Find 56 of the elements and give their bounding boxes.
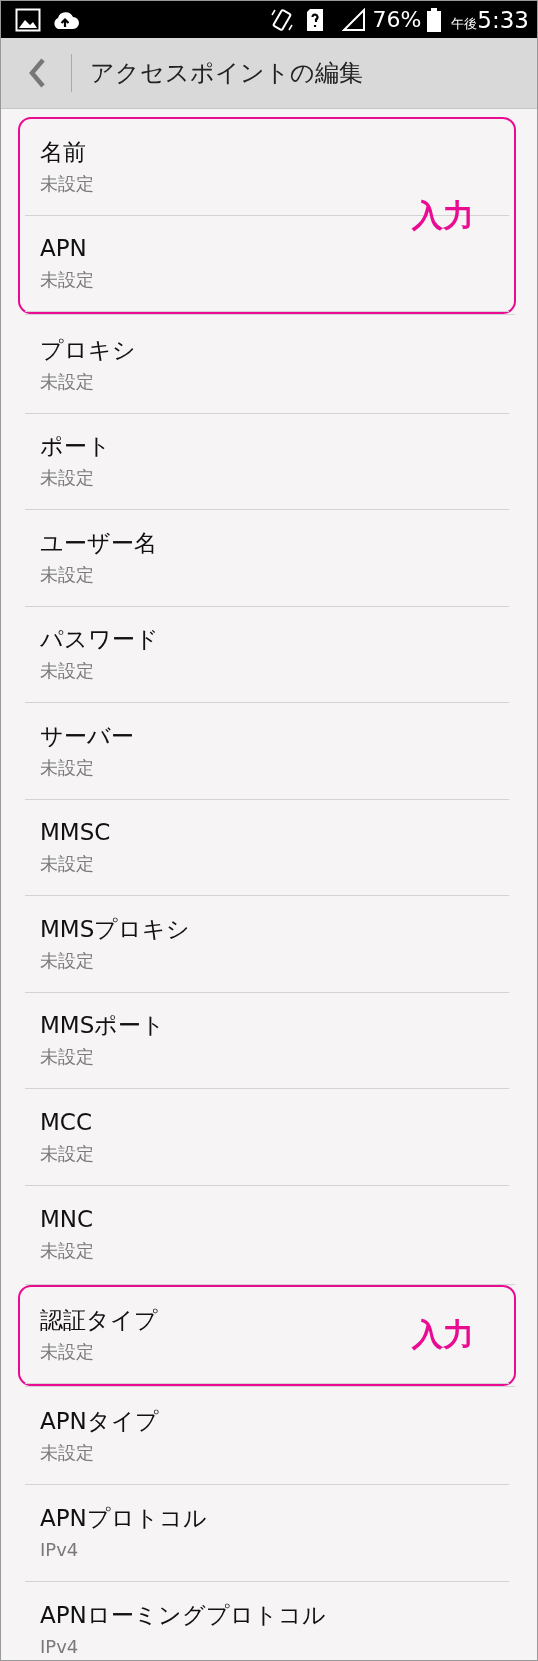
setting-value: 未設定 — [40, 1238, 94, 1263]
setting-title: ユーザー名 — [40, 528, 157, 558]
setting-title: MMSC — [40, 818, 111, 848]
clock-time: 5:33 — [477, 6, 529, 33]
setting-title: MCC — [40, 1107, 92, 1137]
time-period: 午後 — [451, 14, 478, 33]
setting-title: APNタイプ — [40, 1407, 159, 1437]
setting-row[interactable]: MMSC 未設定 — [25, 799, 509, 896]
setting-title: 名前 — [40, 137, 86, 167]
setting-value: IPv4 — [40, 1634, 79, 1659]
page-title: アクセスポイントの編集 — [90, 58, 363, 89]
setting-value: 未設定 — [40, 1045, 94, 1070]
signal-icon — [342, 7, 367, 32]
setting-value: 未設定 — [40, 1441, 94, 1466]
setting-row[interactable]: ポート 未設定 — [25, 413, 509, 510]
setting-row[interactable]: APNタイプ 未設定 — [25, 1388, 509, 1485]
battery-icon — [427, 7, 442, 32]
setting-title: サーバー — [40, 721, 134, 751]
setting-title: ポート — [40, 432, 111, 462]
setting-value: 未設定 — [40, 1339, 94, 1364]
battery-percent: 76% — [372, 7, 422, 32]
setting-row[interactable]: プロキシ 未設定 — [25, 317, 509, 414]
setting-value: 未設定 — [40, 171, 94, 196]
setting-value: 未設定 — [40, 1141, 94, 1166]
setting-row[interactable]: MCC 未設定 — [25, 1089, 509, 1186]
setting-value: 未設定 — [40, 466, 94, 491]
cloud-upload-icon — [51, 9, 79, 30]
setting-row[interactable]: ユーザー名 未設定 — [25, 510, 509, 607]
vibrate-icon — [270, 6, 295, 33]
setting-value: 未設定 — [40, 659, 94, 684]
setting-value: 未設定 — [40, 948, 94, 973]
setting-row[interactable]: サーバー 未設定 — [25, 703, 509, 800]
setting-title: プロキシ — [40, 335, 136, 365]
setting-row[interactable]: MMSポート 未設定 — [25, 992, 509, 1089]
setting-title: APNプロトコル — [40, 1503, 207, 1533]
setting-title: APNローミングプロトコル — [40, 1600, 326, 1630]
setting-value: 未設定 — [40, 562, 94, 587]
setting-row[interactable]: APNプロトコル IPv4 — [25, 1485, 509, 1582]
setting-title: MNC — [40, 1204, 94, 1234]
setting-value: IPv4 — [40, 1537, 79, 1562]
setting-title: 認証タイプ — [40, 1305, 158, 1335]
setting-title: パスワード — [40, 625, 159, 655]
setting-value: 未設定 — [40, 268, 94, 293]
setting-title: APN — [40, 234, 87, 264]
sim-card-icon — [306, 7, 325, 32]
setting-value: 未設定 — [40, 852, 94, 877]
annotation-label: 入力 — [412, 1315, 474, 1355]
setting-row[interactable]: MMSプロキシ 未設定 — [25, 896, 509, 993]
setting-row[interactable]: パスワード 未設定 — [25, 606, 509, 703]
setting-value: 未設定 — [40, 755, 94, 780]
setting-row[interactable]: MNC 未設定 — [25, 1185, 509, 1282]
image-icon — [15, 7, 41, 32]
setting-title: MMSポート — [40, 1011, 166, 1041]
setting-row[interactable]: APNローミングプロトコル IPv4 — [25, 1581, 509, 1661]
setting-title: MMSプロキシ — [40, 914, 191, 944]
setting-value: 未設定 — [40, 369, 94, 394]
